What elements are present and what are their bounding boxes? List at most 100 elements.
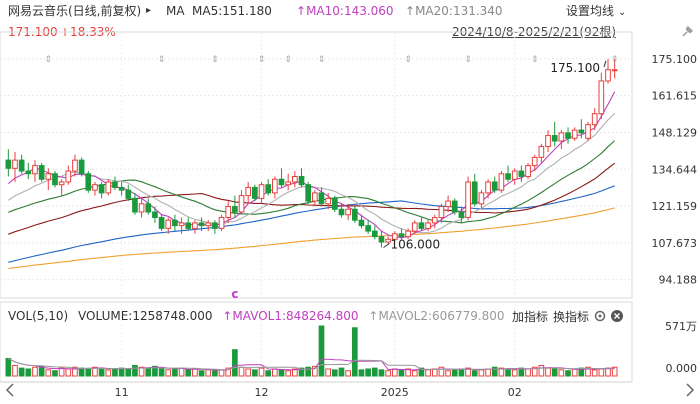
volume-bar xyxy=(52,370,58,377)
candle xyxy=(152,206,158,223)
candle-body xyxy=(545,135,551,147)
candle xyxy=(138,198,145,218)
volume-bar xyxy=(538,364,545,377)
volume-bar xyxy=(12,364,18,377)
candle-body xyxy=(132,197,138,213)
candle xyxy=(538,143,545,163)
volume-bar xyxy=(212,370,218,377)
volume-bar xyxy=(525,368,531,377)
volume-bar xyxy=(478,369,485,377)
y-tick-label: 175.100 xyxy=(652,53,698,66)
candle-body xyxy=(85,173,92,191)
volume-bar xyxy=(371,367,378,377)
volume-bar xyxy=(351,327,358,377)
volume-bar xyxy=(85,368,92,377)
gear-icon[interactable] xyxy=(594,310,606,322)
candle-body xyxy=(518,170,525,178)
volume-bar xyxy=(125,368,132,377)
close-icon[interactable] xyxy=(611,310,623,322)
y-tick-label: 107.673 xyxy=(652,237,698,250)
candle xyxy=(351,206,358,223)
candle-body xyxy=(52,173,58,186)
volume-zero-label: 0.000 xyxy=(666,362,698,375)
candle xyxy=(272,176,278,199)
candle xyxy=(551,121,558,147)
candle-body xyxy=(278,178,285,186)
scroll-left-arrow-icon[interactable] xyxy=(5,383,14,397)
candle-body xyxy=(538,145,545,158)
candle-body xyxy=(485,181,491,194)
candle xyxy=(18,154,25,174)
volume-bar xyxy=(551,368,558,377)
candle-body xyxy=(38,165,45,180)
mavol2-value: ↑MAVOL2:606779.800 xyxy=(368,309,505,323)
candle xyxy=(378,231,385,248)
candle-body xyxy=(245,186,252,197)
candle-body xyxy=(558,132,565,142)
candle xyxy=(285,173,292,191)
volume-bar xyxy=(545,367,551,377)
candlestick-chart[interactable]: 175.100 161.615 148.129 134.644 121.159 107.6… xyxy=(0,0,700,404)
volume-bar xyxy=(98,367,105,377)
ma120-line xyxy=(8,207,615,270)
y-tick-label: 161.615 xyxy=(652,90,698,103)
volume-bar xyxy=(511,369,518,377)
scroll-right-arrow-icon[interactable] xyxy=(686,383,695,397)
candle-body xyxy=(185,222,192,229)
candle-body xyxy=(398,233,405,238)
candle xyxy=(58,179,65,196)
candle xyxy=(192,220,198,234)
volume-header: VOL(5,10) VOLUME:1258748.000 ↑MAVOL1:848… xyxy=(8,308,505,324)
candle xyxy=(85,171,92,193)
low-label: 106.000 xyxy=(390,237,440,251)
candle xyxy=(511,168,518,185)
volume-bar xyxy=(591,369,598,377)
candle-body xyxy=(5,159,12,169)
volume-bar xyxy=(118,367,125,377)
candle xyxy=(265,179,272,196)
candle xyxy=(38,162,45,182)
x-tick-label: 12 xyxy=(255,386,269,399)
candle xyxy=(438,203,445,223)
candle xyxy=(418,217,425,232)
volume-bar xyxy=(358,369,365,377)
candle xyxy=(72,154,78,177)
volume-bar xyxy=(598,368,605,377)
candle xyxy=(478,190,485,210)
candle-body xyxy=(471,181,478,205)
ma5-line xyxy=(7,91,616,239)
volume-bar xyxy=(485,368,491,377)
event-marker-icon: ⇕ xyxy=(464,55,472,65)
candle xyxy=(305,181,312,204)
candle-body xyxy=(212,222,218,229)
event-marker-icon: ⇕ xyxy=(404,55,412,65)
candle xyxy=(491,176,498,193)
volume-bar xyxy=(105,369,112,377)
candle xyxy=(292,171,298,188)
candle-body xyxy=(205,222,212,227)
candle xyxy=(278,168,285,188)
candle xyxy=(471,173,478,207)
y-tick-label: 134.644 xyxy=(652,163,698,176)
candle-body xyxy=(118,186,125,191)
volume-bar xyxy=(18,367,25,377)
candle xyxy=(185,217,192,232)
volume-bar xyxy=(505,368,511,377)
candle-body xyxy=(378,236,385,243)
candle xyxy=(112,176,118,191)
candle-body xyxy=(525,165,531,178)
y-tick-label: 94.188 xyxy=(659,274,698,287)
volume-bar xyxy=(198,370,205,377)
add-indicator-button[interactable]: 加指标 xyxy=(512,308,548,325)
candle xyxy=(591,108,598,131)
switch-indicator-button[interactable]: 换指标 xyxy=(553,308,589,325)
candle xyxy=(118,181,125,196)
candle-body xyxy=(138,203,145,213)
candle-body xyxy=(565,132,571,139)
candle xyxy=(485,179,491,199)
candle-body xyxy=(12,159,18,169)
candle xyxy=(545,130,551,152)
volume-bar xyxy=(431,368,438,377)
candle xyxy=(145,198,152,215)
candle xyxy=(498,171,505,193)
